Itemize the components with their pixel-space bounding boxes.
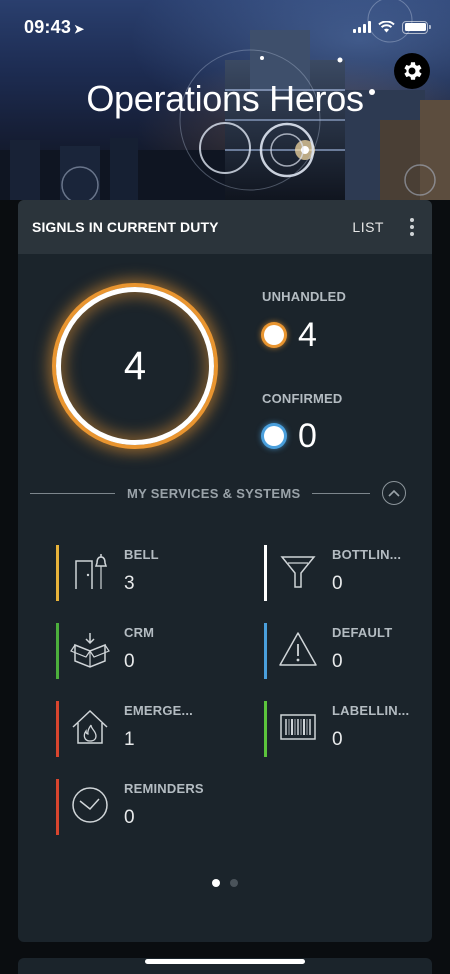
service-default[interactable]: DEFAULT 0: [264, 623, 432, 679]
more-options-icon[interactable]: [406, 216, 418, 238]
header-banner: 09:43 ➤ Operations Heros: [0, 0, 450, 200]
barcode-icon: [280, 714, 316, 740]
page-indicator: [18, 879, 432, 887]
service-bottling[interactable]: BOTTLIN... 0: [264, 545, 432, 601]
confirmed-label: CONFIRMED: [262, 391, 343, 406]
house-fire-icon: [72, 709, 108, 744]
unhandled-indicator-dot: [264, 325, 284, 345]
wifi-icon: [378, 21, 395, 33]
service-reminders[interactable]: REMINDERS 0: [56, 779, 246, 835]
service-color-bar: [56, 779, 59, 835]
card-header: SIGNLS IN CURRENT DUTY LIST: [18, 200, 432, 254]
service-count: 0: [332, 651, 343, 672]
service-name: REMINDERS: [124, 781, 204, 796]
service-name: BELL: [124, 547, 159, 562]
confirmed-indicator-dot: [264, 426, 284, 446]
warning-triangle-icon: [279, 632, 317, 666]
page-dot-active[interactable]: [212, 879, 220, 887]
unhandled-stat[interactable]: 4: [264, 318, 317, 352]
service-count: 0: [124, 651, 135, 672]
service-count: 1: [124, 729, 135, 750]
service-color-bar: [56, 701, 59, 757]
services-section-title: MY SERVICES & SYSTEMS: [127, 485, 301, 501]
open-box-icon: [70, 633, 110, 668]
current-duty-card: SIGNLS IN CURRENT DUTY LIST 4 UNHANDLED …: [18, 200, 432, 942]
service-count: 3: [124, 573, 135, 594]
card-title: SIGNLS IN CURRENT DUTY: [32, 219, 219, 235]
settings-button[interactable]: [394, 53, 430, 89]
battery-icon: [402, 20, 431, 34]
status-time: 09:43 ➤: [24, 16, 85, 37]
chevron-up-icon: [388, 489, 400, 497]
status-bar: 09:43 ➤: [0, 0, 450, 54]
location-arrow-icon: ➤: [74, 21, 85, 36]
list-button[interactable]: LIST: [352, 219, 384, 235]
service-count: 0: [332, 573, 343, 594]
door-bell-icon: [75, 554, 108, 589]
cellular-signal-icon: [353, 21, 371, 33]
app-title: Operations Heros: [86, 78, 364, 119]
service-count: 0: [124, 807, 135, 828]
card-actions: LIST: [352, 216, 418, 238]
service-color-bar: [264, 545, 267, 601]
clock-icon: [72, 787, 108, 823]
service-name: LABELLIN...: [332, 703, 410, 718]
divider-line: [30, 492, 115, 494]
confirmed-value: 0: [298, 417, 317, 455]
divider-line: [312, 492, 371, 494]
funnel-icon: [280, 556, 316, 588]
service-color-bar: [56, 545, 59, 601]
service-bell[interactable]: BELL 3: [56, 545, 246, 601]
service-count: 0: [332, 729, 343, 750]
service-name: CRM: [124, 625, 155, 640]
services-section-header: MY SERVICES & SYSTEMS: [30, 481, 420, 505]
unhandled-label: UNHANDLED: [262, 289, 347, 304]
service-color-bar: [264, 701, 267, 757]
collapse-button[interactable]: [382, 481, 407, 505]
service-color-bar: [264, 623, 267, 679]
service-name: EMERGE...: [124, 703, 193, 718]
service-crm[interactable]: CRM 0: [56, 623, 246, 679]
service-emergency[interactable]: EMERGE... 1: [56, 701, 246, 757]
service-color-bar: [56, 623, 59, 679]
confirmed-stat[interactable]: 0: [264, 419, 317, 453]
service-name: DEFAULT: [332, 625, 393, 640]
home-indicator[interactable]: [145, 959, 305, 964]
gear-icon: [404, 62, 422, 80]
total-signals-value: 4: [123, 343, 147, 388]
unhandled-value: 4: [298, 316, 317, 354]
status-icons: [353, 20, 431, 34]
total-signals-gauge[interactable]: 4: [56, 287, 214, 445]
service-name: BOTTLIN...: [332, 547, 402, 562]
service-labelling[interactable]: LABELLIN... 0: [264, 701, 432, 757]
page-dot[interactable]: [230, 879, 238, 887]
